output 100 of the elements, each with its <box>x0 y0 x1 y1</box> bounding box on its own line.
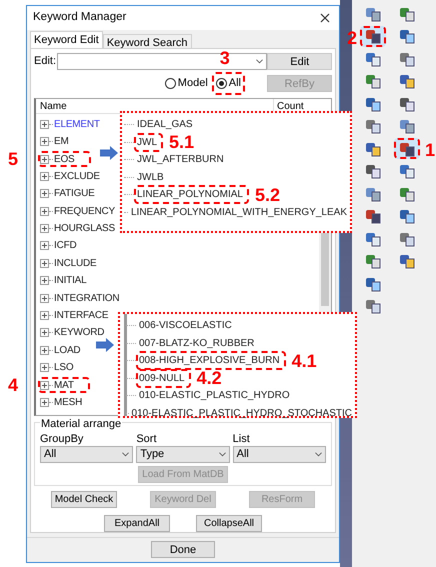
expand-icon <box>40 224 49 234</box>
expand-icon <box>40 189 49 198</box>
tree-item[interactable]: FREQUENCY <box>38 203 117 220</box>
tree-item[interactable]: MESH <box>38 394 84 410</box>
expand-icon <box>40 380 49 390</box>
expand-icon <box>40 172 49 181</box>
column-header: Name <box>39 100 68 113</box>
callout-number: 5.1 <box>169 133 194 152</box>
expand-icon <box>40 206 49 216</box>
tool-icon <box>365 208 381 224</box>
tool-icon <box>365 253 381 269</box>
list-item[interactable]: 007-BLATZ-KO_RUBBER <box>136 334 258 353</box>
tool-icon <box>399 50 415 66</box>
field-label: List <box>232 432 251 446</box>
tool-icon <box>365 230 381 246</box>
expand-icon <box>40 154 49 164</box>
arrow-icon <box>96 338 114 352</box>
expand-icon <box>40 311 49 320</box>
list-item[interactable]: 009-NULL <box>136 368 191 388</box>
list-item[interactable]: 008-HIGH_EXPLOSIVE_BURN <box>136 351 286 370</box>
dropdown[interactable]: All <box>40 446 134 463</box>
radio-button[interactable] <box>216 78 227 90</box>
tool-icon <box>399 28 415 44</box>
tree-item[interactable]: FATIGUE <box>38 186 97 202</box>
tool-icon <box>365 6 381 22</box>
list-item[interactable]: 006-VISCOELASTIC <box>136 316 235 336</box>
expand-icon <box>40 120 49 129</box>
tree-item[interactable]: MAT <box>38 377 90 394</box>
tool-icon <box>399 186 415 202</box>
caret-icon <box>314 452 322 457</box>
callout-number: 5.2 <box>254 186 280 204</box>
tool-icon <box>365 96 381 112</box>
tree-item[interactable]: KEYWORD <box>38 324 106 341</box>
tree-item[interactable]: EM <box>38 134 71 150</box>
window-title: Keyword Manager <box>33 10 126 26</box>
callout-number: 5 <box>8 150 18 168</box>
caret-icon <box>256 59 264 64</box>
caret-icon <box>218 452 226 457</box>
expand-icon <box>40 346 49 355</box>
callout-number: 2 <box>347 28 358 46</box>
action-button[interactable]: CollapseAll <box>196 514 262 532</box>
expand-icon <box>40 328 49 338</box>
tool-icon <box>365 50 381 66</box>
tree-item[interactable]: INITIAL <box>38 272 88 289</box>
callout-number: 4 <box>8 376 18 394</box>
list-item[interactable]: LINEAR_POLYNOMIAL_WITH_ENERGY_LEAK <box>128 202 350 222</box>
expand-icon <box>40 398 49 407</box>
tool-icon <box>365 163 381 179</box>
tool-icon <box>365 140 381 156</box>
list-item[interactable]: JWL <box>134 132 163 152</box>
expand-icon <box>40 294 49 303</box>
tree-item[interactable]: EXCLUDE <box>38 168 102 184</box>
tool-icon <box>399 96 415 112</box>
tool-icon <box>399 208 415 224</box>
tool-icon <box>399 230 415 246</box>
tool-icon <box>365 118 381 134</box>
action-button[interactable]: Model Check <box>51 490 117 508</box>
tree-item[interactable]: INCLUDE <box>38 255 98 272</box>
list-item[interactable]: JWLB <box>134 168 167 187</box>
tool-icon <box>365 73 381 89</box>
action-button[interactable]: ExpandAll <box>104 514 170 532</box>
list-item[interactable]: 010-ELASTIC_PLASTIC_HYDRO_STOCHASTIC <box>128 404 355 423</box>
done-button[interactable]: Done <box>151 541 215 558</box>
tree-item[interactable]: INTERFACE <box>38 308 110 324</box>
list-item[interactable]: IDEAL_GAS <box>134 115 196 134</box>
tree-item[interactable]: ICFD <box>38 238 79 254</box>
tree-item[interactable]: LOAD <box>38 342 82 358</box>
expand-icon <box>40 276 49 286</box>
expand-icon <box>40 241 49 250</box>
dropdown[interactable]: All <box>232 446 326 463</box>
tool-icon <box>365 186 381 202</box>
tool-icon <box>399 118 415 134</box>
caret-icon <box>122 452 130 457</box>
callout-number: 1 <box>424 141 435 159</box>
tree-item[interactable]: HOURGLASS <box>38 220 117 237</box>
list-item[interactable]: JWL_AFTERBURN <box>134 150 227 170</box>
list-item[interactable]: LINEAR_POLYNOMIAL <box>134 185 249 204</box>
callout-number: 4.1 <box>292 352 317 370</box>
tool-icon <box>399 140 415 156</box>
expand-icon <box>40 363 49 372</box>
radio-button[interactable] <box>164 78 176 90</box>
radio-option[interactable]: Model <box>162 73 210 94</box>
tree-item[interactable]: ELEMENT <box>38 116 102 132</box>
callout-number: 4.2 <box>196 369 222 388</box>
tree-item[interactable]: INTEGRATION <box>38 290 122 306</box>
callout-number: 3 <box>220 49 230 68</box>
tree-item[interactable]: LSO <box>38 360 76 376</box>
tool-icon <box>399 73 415 89</box>
expand-icon <box>40 137 49 146</box>
field-label: Sort <box>136 432 158 446</box>
tree-item[interactable]: EOS <box>38 151 91 167</box>
expand-icon <box>40 258 49 268</box>
list-item[interactable]: 010-ELASTIC_PLASTIC_HYDRO <box>136 386 293 406</box>
tool-icon <box>399 6 415 22</box>
field-label: GroupBy <box>40 432 84 446</box>
tab[interactable]: Keyword Edit <box>30 30 103 49</box>
edit-button[interactable]: Edit <box>267 53 332 70</box>
arrow-icon <box>100 146 118 160</box>
dropdown[interactable]: Type <box>136 446 230 463</box>
tab[interactable]: Keyword Search <box>102 34 192 49</box>
